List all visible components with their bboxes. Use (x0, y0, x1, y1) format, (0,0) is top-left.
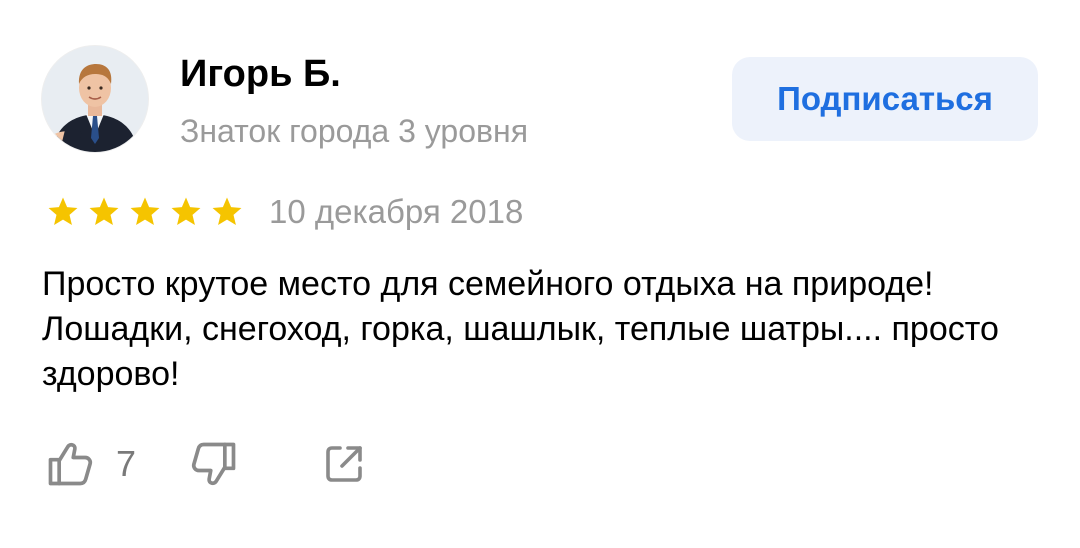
subscribe-button[interactable]: Подписаться (732, 57, 1038, 141)
star-icon (171, 197, 201, 226)
share-button[interactable] (320, 440, 368, 488)
star-icon (48, 197, 78, 226)
star-icon (89, 197, 119, 226)
author-level: Знаток города 3 уровня (180, 113, 529, 149)
star-icon (130, 197, 160, 226)
review-rating-row: 10 декабря 2018 (46, 192, 523, 232)
author-name[interactable]: Игорь Б. (180, 50, 341, 98)
review-actions: 7 (44, 436, 368, 492)
like-count: 7 (116, 443, 137, 484)
thumbs-up-icon (48, 442, 93, 486)
share-icon (326, 446, 362, 482)
thumbs-down-icon (191, 442, 236, 486)
review-date: 10 декабря 2018 (269, 193, 524, 230)
avatar-image (42, 46, 148, 152)
dislike-button[interactable] (188, 438, 240, 490)
like-button[interactable]: 7 (44, 438, 136, 490)
star-icon (212, 197, 242, 226)
author-avatar[interactable] (42, 46, 148, 152)
rating-stars (46, 195, 251, 229)
review-text: Просто крутое место для семейного отдыха… (42, 265, 999, 393)
